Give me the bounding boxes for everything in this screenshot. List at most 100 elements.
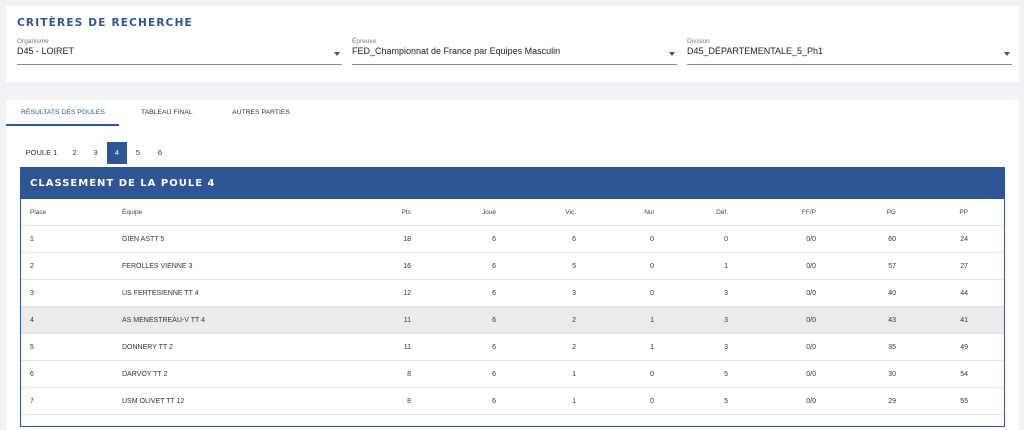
cell-ffp: 0/0: [806, 344, 816, 351]
cell-pg: 43: [888, 317, 896, 324]
epreuve-select[interactable]: Épreuve FED_Championnat de France par Eq…: [352, 38, 677, 65]
cell-equipe: USM OLIVET TT 12: [122, 398, 185, 405]
cell-place: 5: [30, 344, 34, 351]
cell-pp: 41: [960, 317, 968, 324]
organisme-select[interactable]: Organisme D45 - LOIRET: [17, 38, 342, 65]
cell-pp: 44: [960, 290, 968, 297]
cell-def: 3: [724, 317, 728, 324]
cell-pts: Pts: [401, 209, 411, 216]
cell-pts: 8: [407, 398, 411, 405]
cell-ffp: 0/0: [806, 371, 816, 378]
cell-equipe: DONNERY TT 2: [122, 344, 173, 351]
cell-pp: 55: [960, 398, 968, 405]
search-criteria-card: CRITÈRES DE RECHERCHE Organisme D45 - LO…: [6, 6, 1019, 82]
division-select[interactable]: Division D45_DÉPARTEMENTALE_5_Ph1: [687, 38, 1012, 65]
cell-pts: 16: [403, 263, 411, 270]
cell-vic: 6: [572, 236, 576, 243]
cell-place: 6: [30, 371, 34, 378]
cell-place: Place: [30, 209, 47, 216]
cell-vic: Vic.: [565, 209, 576, 216]
epreuve-label: Épreuve: [352, 38, 377, 45]
cell-pp: 24: [960, 236, 968, 243]
tab-autres-parties[interactable]: AUTRES PARTIES: [232, 109, 290, 116]
cell-joue: 6: [492, 290, 496, 297]
cell-joue: 6: [492, 317, 496, 324]
cell-pg: 35: [888, 344, 896, 351]
cell-pg: 57: [888, 263, 896, 270]
pager-item-3[interactable]: 3: [88, 142, 103, 164]
ranking-table: CLASSEMENT DE LA POULE 4 Place Équipe Pts J…: [20, 167, 1005, 427]
cell-equipe: GIEN ASTT 5: [122, 236, 165, 243]
cell-joue: 6: [492, 344, 496, 351]
cell-place: 3: [30, 290, 34, 297]
cell-vic: 1: [572, 371, 576, 378]
cell-place: 1: [30, 236, 34, 243]
pager-item-4[interactable]: 4: [107, 142, 127, 164]
cell-def: 0: [724, 236, 728, 243]
cell-ffp: 0/0: [806, 398, 816, 405]
division-label: Division: [687, 38, 710, 45]
dropdown-arrow-icon[interactable]: [1004, 52, 1010, 56]
cell-nul: 0: [650, 236, 654, 243]
cell-ffp: 0/0: [806, 263, 816, 270]
tab-resultats-des-poules[interactable]: RÉSULTATS DES POULES: [21, 109, 105, 116]
cell-joue: Joué: [481, 209, 496, 216]
cell-vic: 1: [572, 398, 576, 405]
pager-item-5[interactable]: 5: [130, 142, 146, 164]
cell-nul: 0: [650, 263, 654, 270]
cell-pts: 11: [403, 317, 411, 324]
cell-def: Déf.: [716, 209, 728, 216]
cell-ffp: 0/0: [806, 236, 816, 243]
cell-pts: 8: [407, 371, 411, 378]
organisme-label: Organisme: [17, 38, 49, 45]
results-card: RÉSULTATS DES POULES TABLEAU FINAL AUTRE…: [6, 100, 1019, 430]
cell-pts: 12: [403, 290, 411, 297]
table-header-bar: CLASSEMENT DE LA POULE 4: [21, 168, 1004, 199]
epreuve-value: FED_Championnat de France par Equipes Ma…: [352, 46, 561, 56]
cell-equipe: FEROLLES VIENNE 3: [122, 263, 193, 270]
cell-nul: 1: [650, 317, 654, 324]
cell-nul: 1: [650, 344, 654, 351]
division-value: D45_DÉPARTEMENTALE_5_Ph1: [687, 46, 824, 56]
table-title: CLASSEMENT DE LA POULE 4: [30, 178, 216, 189]
cell-pg: 60: [888, 236, 896, 243]
cell-pp: 27: [960, 263, 968, 270]
cell-def: 1: [724, 263, 728, 270]
cell-def: 3: [724, 290, 728, 297]
cell-pg: 40: [888, 290, 896, 297]
cell-equipe: Équipe: [122, 209, 143, 216]
cell-pp: 49: [960, 344, 968, 351]
cell-pg: PG: [886, 209, 896, 216]
cell-ffp: 0/0: [806, 290, 816, 297]
cell-joue: 6: [492, 398, 496, 405]
table-row: 4 AS MENESTREAU-V TT 4 11 6 2 1 3 0/0 43 41: [21, 307, 1004, 334]
cell-def: 5: [724, 371, 728, 378]
cell-place: 7: [30, 398, 34, 405]
cell-joue: 6: [492, 236, 496, 243]
pager-item-6[interactable]: 6: [152, 142, 168, 164]
cell-nul: 0: [650, 371, 654, 378]
active-tab-indicator: [6, 124, 119, 126]
cell-def: 5: [724, 398, 728, 405]
table-row: 1 GIEN ASTT 5 18 6 6 0 0 0/0 60 24: [21, 226, 1004, 253]
cell-ffp: 0/0: [806, 317, 816, 324]
cell-joue: 6: [492, 263, 496, 270]
cell-equipe: AS MENESTREAU-V TT 4: [122, 317, 205, 324]
pager-item-1[interactable]: POULE 1: [22, 142, 61, 164]
cell-ffp: FF/P: [801, 209, 816, 216]
cell-place: 4: [30, 317, 34, 324]
cell-pp: PP: [959, 209, 968, 216]
cell-nul: 0: [650, 398, 654, 405]
cell-place: 2: [30, 263, 34, 270]
cell-vic: 3: [572, 290, 576, 297]
table-row: 6 DARVOY TT 2 8 6 1 0 5 0/0 30 54: [21, 361, 1004, 388]
table-row: 7 USM OLIVET TT 12 8 6 1 0 5 0/0 29 55: [21, 388, 1004, 415]
tab-tableau-final[interactable]: TABLEAU FINAL: [141, 109, 193, 116]
cell-def: 3: [724, 344, 728, 351]
cell-joue: 6: [492, 371, 496, 378]
dropdown-arrow-icon[interactable]: [669, 52, 675, 56]
cell-nul: Nul: [644, 209, 654, 216]
dropdown-arrow-icon[interactable]: [334, 52, 340, 56]
cell-vic: 2: [572, 344, 576, 351]
pager-item-2[interactable]: 2: [67, 142, 82, 164]
